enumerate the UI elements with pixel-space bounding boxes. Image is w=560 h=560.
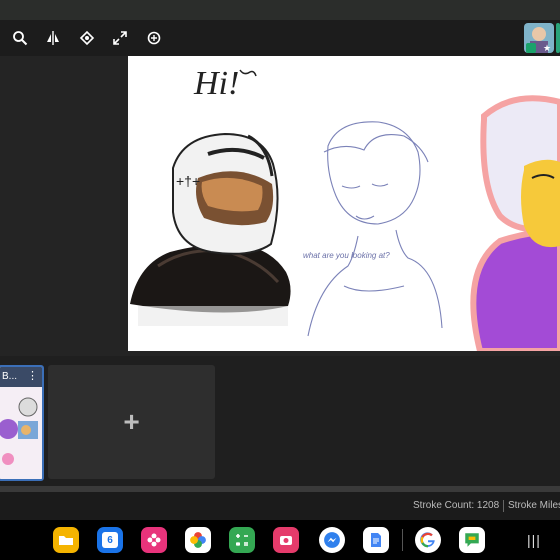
- calculator-icon[interactable]: [229, 527, 255, 553]
- artboard[interactable]: Hi! +†+ what are you looking at?: [128, 56, 560, 351]
- google-icon[interactable]: [415, 527, 441, 553]
- canvas-area[interactable]: Hi! +†+ what are you looking at?: [0, 56, 560, 356]
- stroke-miles: Stroke Miles: [508, 500, 560, 511]
- flower-icon[interactable]: [141, 527, 167, 553]
- calendar-icon[interactable]: 6: [97, 527, 123, 553]
- recorder-icon[interactable]: [273, 527, 299, 553]
- taskbar: 6 |||: [0, 520, 560, 560]
- reference-thumbnail-1[interactable]: ★: [524, 23, 554, 53]
- chat-icon[interactable]: [459, 527, 485, 553]
- fullscreen-icon[interactable]: [110, 28, 130, 48]
- artwork: Hi! +†+ what are you looking at?: [130, 65, 560, 351]
- photos-icon[interactable]: [185, 527, 211, 553]
- sketch-note: what are you looking at?: [303, 251, 390, 260]
- status-divider: [503, 500, 504, 512]
- top-strip: [0, 0, 560, 20]
- messenger-icon[interactable]: [319, 527, 345, 553]
- frame-menu-icon[interactable]: ⋮: [27, 370, 38, 382]
- transform-icon[interactable]: [144, 28, 164, 48]
- dock-separator: [402, 529, 403, 551]
- stroke-count: Stroke Count: 1208: [413, 500, 500, 511]
- zoom-icon[interactable]: [10, 28, 30, 48]
- frame-thumbnail[interactable]: B... ⋮: [0, 365, 44, 481]
- reference-thumbnail-2[interactable]: [556, 23, 560, 53]
- recents-button[interactable]: |||: [527, 532, 541, 548]
- toolbar: ★: [0, 20, 560, 56]
- timeline: B... ⋮ +: [0, 356, 560, 486]
- frame-header: B... ⋮: [0, 367, 42, 387]
- reference-icon[interactable]: [77, 28, 97, 48]
- status-bar: Stroke Count: 1208 Stroke Miles: [0, 486, 560, 520]
- frame-label: B...: [2, 371, 18, 382]
- docs-icon[interactable]: [363, 527, 389, 553]
- plus-icon: +: [123, 406, 140, 437]
- svg-text:+†+: +†+: [176, 173, 200, 189]
- greeting-text: Hi!: [193, 65, 239, 102]
- calendar-date: 6: [102, 532, 118, 548]
- folder-icon[interactable]: [53, 527, 79, 553]
- svg-text:★: ★: [543, 43, 551, 53]
- symmetry-icon[interactable]: [43, 28, 63, 48]
- add-frame-button[interactable]: +: [48, 365, 215, 479]
